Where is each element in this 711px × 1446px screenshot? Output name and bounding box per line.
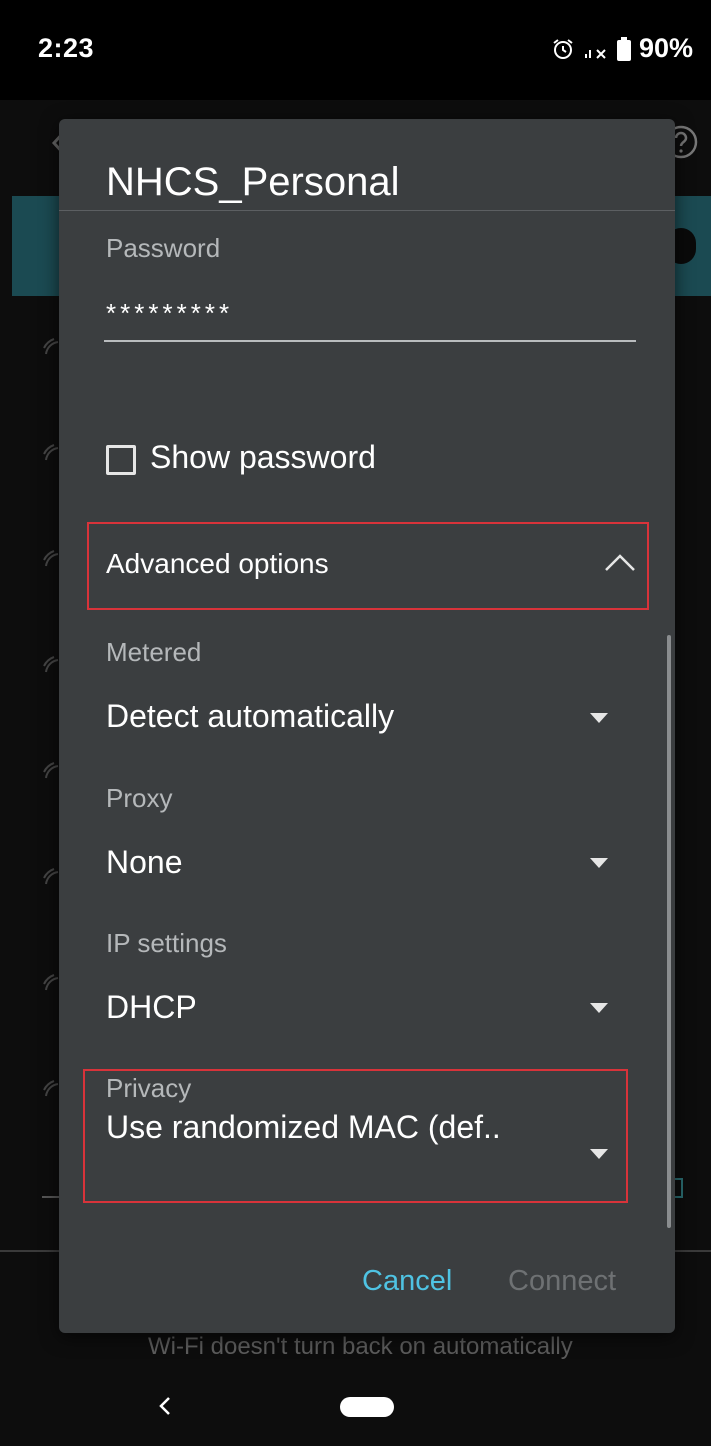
battery-icon xyxy=(616,36,631,61)
dropdown-arrow-icon[interactable] xyxy=(590,1003,608,1013)
show-password-checkbox[interactable] xyxy=(106,445,136,475)
metered-label: Metered xyxy=(106,637,202,667)
highlight-privacy xyxy=(83,1069,628,1203)
proxy-label: Proxy xyxy=(106,783,173,813)
footer-note: Wi-Fi doesn't turn back on automatically xyxy=(148,1333,573,1360)
dropdown-arrow-icon[interactable] xyxy=(590,713,608,723)
connect-button[interactable]: Connect xyxy=(508,1265,616,1298)
show-password-label[interactable]: Show password xyxy=(150,439,376,476)
status-time: 2:23 xyxy=(38,33,95,63)
title-divider xyxy=(59,210,675,211)
password-label: Password xyxy=(106,233,221,263)
dialog-scrollbar[interactable] xyxy=(667,635,671,1228)
alarm-icon xyxy=(553,38,573,59)
dropdown-arrow-icon[interactable] xyxy=(590,858,608,868)
nav-back-icon[interactable] xyxy=(158,1395,172,1417)
signal-no-data-icon xyxy=(584,48,606,59)
battery-percent: 90% xyxy=(638,33,693,63)
password-underline xyxy=(104,340,636,342)
status-icons: 90% xyxy=(551,33,693,64)
nav-home-pill[interactable] xyxy=(340,1397,394,1417)
cancel-button[interactable]: Cancel xyxy=(362,1265,452,1298)
proxy-value[interactable]: None xyxy=(106,844,183,881)
ip-settings-value[interactable]: DHCP xyxy=(106,989,197,1026)
password-field[interactable]: ********* xyxy=(106,298,636,342)
metered-value[interactable]: Detect automatically xyxy=(106,698,394,735)
ip-settings-label: IP settings xyxy=(106,928,227,958)
dialog-title: NHCS_Personal xyxy=(106,160,400,204)
status-bar: 2:23 90% xyxy=(0,0,711,100)
highlight-advanced-options xyxy=(87,522,649,610)
